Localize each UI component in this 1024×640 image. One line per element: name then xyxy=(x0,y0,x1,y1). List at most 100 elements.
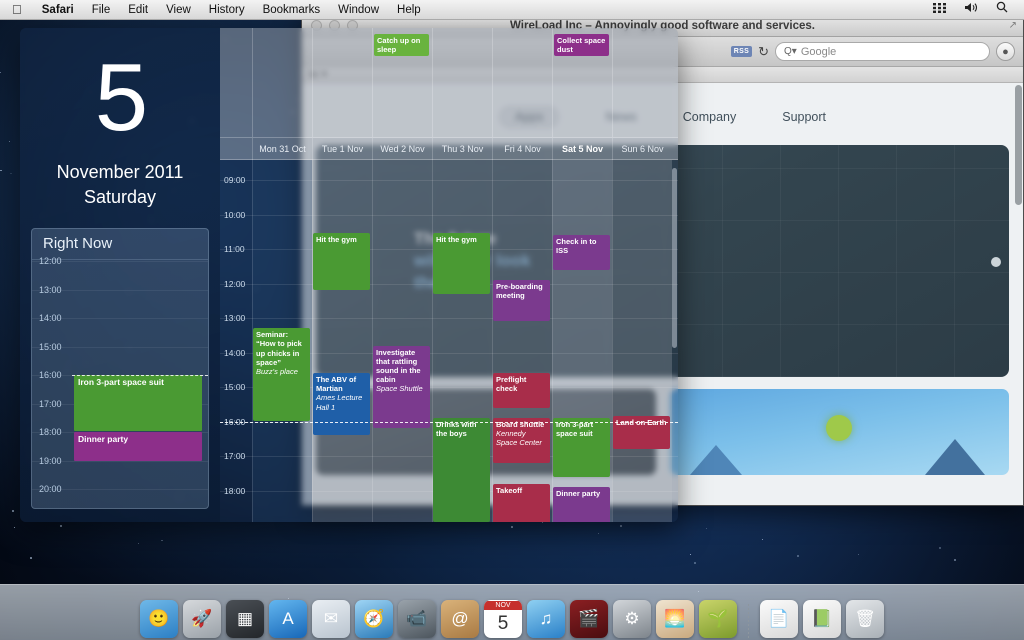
right-now-event[interactable]: Dinner party xyxy=(74,432,202,461)
all-day-event[interactable]: Collect space dust xyxy=(554,34,609,56)
downloads-button[interactable]: ● xyxy=(996,42,1015,61)
page-scrollbar[interactable] xyxy=(1015,85,1022,205)
dock-icon-safari[interactable]: 🧭 xyxy=(355,600,393,638)
dock-icon-itunes[interactable]: ♫ xyxy=(527,600,565,638)
all-day-cell-1[interactable] xyxy=(312,28,372,137)
nav-link-company[interactable]: Company xyxy=(683,110,737,124)
hour-label: 10:00 xyxy=(224,209,246,220)
apple-logo-icon[interactable]:  xyxy=(0,3,33,16)
dock-icon-system-preferences[interactable]: ⚙ xyxy=(613,600,651,638)
day-header-0[interactable]: Mon 31 Oct xyxy=(252,138,312,160)
dock-icon-address-book[interactable]: @ xyxy=(441,600,479,638)
dock-icon-facetime[interactable]: 📹 xyxy=(398,600,436,638)
event-title: Takeoff xyxy=(496,485,523,495)
dock-icon-launchpad[interactable]: 🚀 xyxy=(183,600,221,638)
carousel-next-button[interactable] xyxy=(991,257,1001,267)
dock-icon-imovie[interactable]: 🎬 xyxy=(570,600,608,638)
event-title: Drinks with the boys xyxy=(436,420,477,439)
dock-icon-mission-control[interactable]: ▦ xyxy=(226,600,264,638)
menu-item-help[interactable]: Help xyxy=(388,0,430,20)
menu-bar:  SafariFileEditViewHistoryBookmarksWind… xyxy=(0,0,1024,20)
all-day-cell-6[interactable] xyxy=(612,28,672,137)
fullscreen-icon[interactable]: ↗ xyxy=(1009,20,1017,31)
hour-label: 15:00 xyxy=(224,382,246,392)
calendar-scrollbar[interactable] xyxy=(672,168,677,348)
rss-badge[interactable]: RSS xyxy=(730,46,753,57)
reload-icon[interactable]: ↻ xyxy=(758,44,769,60)
calendar-event[interactable]: Preflight check xyxy=(493,373,550,408)
calendar-window[interactable]: 5 November 2011 Saturday Right Now 12:00… xyxy=(20,28,678,522)
search-provider-icon: Q▾ xyxy=(784,46,797,57)
right-now-hour-label: 14:00 xyxy=(39,313,62,323)
calendar-week-view[interactable]: Catch up on sleep Collect space dust Mon … xyxy=(220,28,678,522)
day-header-2[interactable]: Wed 2 Nov xyxy=(372,138,432,160)
right-now-panel[interactable]: Right Now 12:00 13:00 14:00 15:00 16:00 17:00… xyxy=(31,228,209,509)
current-time-indicator xyxy=(72,375,208,376)
day-header-5[interactable]: Sat 5 Nov xyxy=(552,138,612,160)
all-day-cell-0[interactable] xyxy=(252,28,312,137)
week-grid[interactable]: 09:00 10:00 11:00 12:00 13:00 14:00 15:00 16:00… xyxy=(220,160,678,522)
calendar-today-pane: 5 November 2011 Saturday Right Now 12:00… xyxy=(20,28,220,522)
calendar-event[interactable]: Seminar: “How to pick up chicks in space… xyxy=(253,328,310,422)
dock-icon-app-store[interactable]: A xyxy=(269,600,307,638)
day-header-row: Mon 31 Oct Tue 1 Nov Wed 2 Nov Thu 3 Nov Fri… xyxy=(220,138,678,160)
calendar-event[interactable]: Iron 3-part space suit xyxy=(553,418,610,477)
day-header-3[interactable]: Thu 3 Nov xyxy=(432,138,492,160)
menu-item-file[interactable]: File xyxy=(83,0,120,20)
menu-item-history[interactable]: History xyxy=(200,0,254,20)
event-title: Hit the gym xyxy=(316,235,357,245)
day-header-1[interactable]: Tue 1 Nov xyxy=(312,138,372,160)
dock-icon-document-1[interactable]: 📄 xyxy=(760,600,798,638)
dock-items: 🙂 🚀 ▦ A ✉ 🧭 📹 @ NOV 5 ♫ 🎬 ⚙ 🌅 🌱 📄 📗 🗑 xyxy=(140,600,884,638)
right-now-event[interactable]: Iron 3-part space suit xyxy=(74,375,202,431)
spotlight-search-icon[interactable] xyxy=(988,0,1016,20)
calendar-event[interactable]: Investigate that rattling sound in the c… xyxy=(373,345,430,429)
mission-control-icon[interactable] xyxy=(925,0,954,20)
menu-item-window[interactable]: Window xyxy=(329,0,388,20)
dock[interactable]: 🙂 🚀 ▦ A ✉ 🧭 📹 @ NOV 5 ♫ 🎬 ⚙ 🌅 🌱 📄 📗 🗑 xyxy=(0,584,1024,640)
menu-item-edit[interactable]: Edit xyxy=(119,0,157,20)
volume-icon[interactable] xyxy=(956,0,986,20)
search-input[interactable]: Q▾ Google xyxy=(775,42,990,61)
dock-icon-document-2[interactable]: 📗 xyxy=(803,600,841,638)
hour-label: 11:00 xyxy=(224,244,245,254)
calendar-event[interactable]: The ABV of Martian Ames Lecture Hall 1 xyxy=(313,373,370,436)
all-day-event[interactable]: Catch up on sleep xyxy=(374,34,429,56)
all-day-cell-4[interactable] xyxy=(492,28,552,137)
menu-item-view[interactable]: View xyxy=(157,0,200,20)
event-location: Buzz's place xyxy=(256,366,298,376)
event-title: The ABV of Martian xyxy=(316,375,357,394)
dock-icon-mail[interactable]: ✉ xyxy=(312,600,350,638)
nav-link-support[interactable]: Support xyxy=(782,110,826,124)
dock-icon-trash[interactable]: 🗑 xyxy=(846,600,884,638)
calendar-event[interactable]: Dinner party xyxy=(553,487,610,522)
dock-icon-finder[interactable]: 🙂 xyxy=(140,600,178,638)
event-location: Kennedy Space Center xyxy=(496,429,542,448)
dock-icon-plant-widget[interactable]: 🌱 xyxy=(699,600,737,638)
all-day-row[interactable]: Catch up on sleep Collect space dust xyxy=(220,28,678,138)
dock-icon-iphoto[interactable]: 🌅 xyxy=(656,600,694,638)
day-header-6[interactable]: Sun 6 Nov xyxy=(612,138,672,160)
calendar-event[interactable]: Check in to ISS xyxy=(553,235,610,270)
right-now-hour-label: 20:00 xyxy=(39,484,62,494)
promo-tile-blue[interactable] xyxy=(669,389,1009,475)
calendar-event[interactable]: Drinks with the boys xyxy=(433,418,490,522)
calendar-event[interactable]: Pre-boarding meeting xyxy=(493,280,550,322)
all-day-cell-3[interactable] xyxy=(432,28,492,137)
calendar-event[interactable]: Hit the gym xyxy=(313,233,370,291)
event-title: Dinner party xyxy=(556,489,601,499)
hour-label: 17:00 xyxy=(224,451,246,461)
event-location: Ames Lecture Hall 1 xyxy=(316,393,363,412)
menu-item-bookmarks[interactable]: Bookmarks xyxy=(254,0,330,20)
menu-item-safari[interactable]: Safari xyxy=(33,0,83,20)
dock-icon-calendar[interactable]: NOV 5 xyxy=(484,600,522,638)
calendar-event[interactable]: Takeoff xyxy=(493,483,550,522)
calendar-event[interactable]: Board shuttle Kennedy Space Center xyxy=(493,418,550,463)
day-header-4[interactable]: Fri 4 Nov xyxy=(492,138,552,160)
sun-graphic xyxy=(826,415,853,441)
week-current-time-indicator xyxy=(220,421,678,423)
right-now-event-track: Iron 3-part space suit Dinner party xyxy=(74,261,208,508)
hour-label: 19:00 xyxy=(224,520,245,522)
calendar-event[interactable]: Hit the gym xyxy=(433,233,490,294)
event-location: Space Shuttle xyxy=(376,384,423,394)
